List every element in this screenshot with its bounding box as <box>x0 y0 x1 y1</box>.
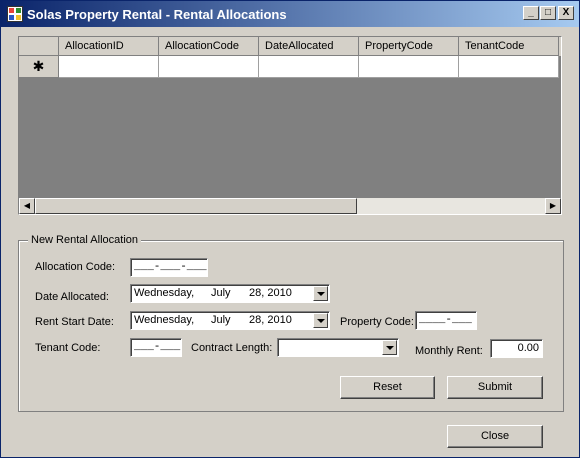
scroll-thumb[interactable] <box>35 198 357 214</box>
grid-header: AllocationID AllocationCode DateAllocate… <box>19 37 561 56</box>
cell-date-allocated[interactable] <box>259 56 359 78</box>
date-allocated-date: 28, 2010 <box>249 287 292 299</box>
close-button[interactable]: Close <box>447 425 543 448</box>
maximize-button[interactable]: □ <box>540 6 556 20</box>
rent-start-date: 28, 2010 <box>249 314 292 326</box>
reset-button[interactable]: Reset <box>340 376 435 399</box>
submit-button[interactable]: Submit <box>447 376 543 399</box>
rent-start-month: July <box>211 314 231 326</box>
new-row-marker-icon: ✱ <box>19 56 59 78</box>
contract-length-label: Contract Length: <box>191 342 273 354</box>
date-allocated-picker[interactable]: Wednesday, July 28, 2010 <box>130 284 330 303</box>
chevron-down-icon[interactable] <box>313 313 328 328</box>
window-title: Solas Property Rental - Rental Allocatio… <box>27 7 287 22</box>
allocations-grid[interactable]: AllocationID AllocationCode DateAllocate… <box>18 36 562 215</box>
column-header-tenant-code[interactable]: TenantCode <box>459 37 559 56</box>
column-header-date-allocated[interactable]: DateAllocated <box>259 37 359 56</box>
new-row[interactable]: ✱ <box>19 56 561 78</box>
app-icon <box>7 6 23 22</box>
cell-allocation-code[interactable] <box>159 56 259 78</box>
allocation-code-input[interactable]: ___-___-___ <box>130 258 208 277</box>
horizontal-scrollbar[interactable]: ◀ ▶ <box>19 198 561 214</box>
close-window-button[interactable]: X <box>558 6 574 20</box>
property-code-input[interactable]: ____-___ <box>415 311 477 330</box>
chevron-down-icon[interactable] <box>382 340 397 355</box>
rent-start-date-label: Rent Start Date: <box>35 316 114 328</box>
cell-property-code[interactable] <box>359 56 459 78</box>
contract-length-select[interactable] <box>277 338 399 357</box>
date-allocated-month: July <box>211 287 231 299</box>
cell-tenant-code[interactable] <box>459 56 559 78</box>
monthly-rent-input[interactable]: 0.00 <box>490 339 543 358</box>
scroll-right-icon[interactable]: ▶ <box>545 198 561 214</box>
column-header-allocation-code[interactable]: AllocationCode <box>159 37 259 56</box>
group-title: New Rental Allocation <box>28 234 142 246</box>
grid-corner-cell[interactable] <box>19 37 59 56</box>
allocation-code-label: Allocation Code: <box>35 261 116 273</box>
date-allocated-label: Date Allocated: <box>35 291 109 303</box>
date-allocated-day: Wednesday, <box>134 287 195 299</box>
tenant-code-input[interactable]: ___-___ <box>130 338 182 357</box>
title-bar[interactable]: Solas Property Rental - Rental Allocatio… <box>1 1 579 27</box>
cell-allocation-id[interactable] <box>59 56 159 78</box>
column-header-allocation-id[interactable]: AllocationID <box>59 37 159 56</box>
minimize-button[interactable]: _ <box>523 6 539 20</box>
scroll-left-icon[interactable]: ◀ <box>19 198 35 214</box>
tenant-code-label: Tenant Code: <box>35 342 101 354</box>
rent-start-date-picker[interactable]: Wednesday, July 28, 2010 <box>130 311 330 330</box>
column-header-property-code[interactable]: PropertyCode <box>359 37 459 56</box>
property-code-label: Property Code: <box>340 316 414 328</box>
chevron-down-icon[interactable] <box>313 286 328 301</box>
rent-start-day: Wednesday, <box>134 314 195 326</box>
monthly-rent-label: Monthly Rent: <box>415 345 483 357</box>
main-window: Solas Property Rental - Rental Allocatio… <box>0 0 580 458</box>
